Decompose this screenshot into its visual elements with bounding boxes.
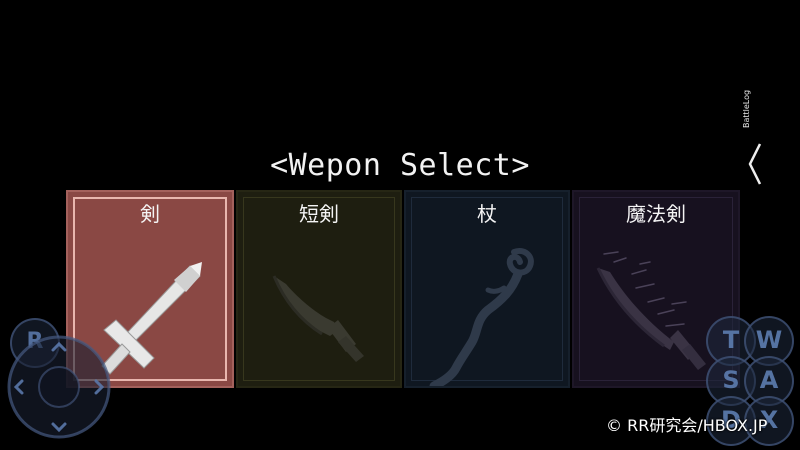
game-screen: <Wepon Select> 剣 短剣 杖 魔法剣 BattleLog T W … — [0, 0, 800, 450]
dpad-icon[interactable] — [4, 332, 114, 442]
battlelog-tab[interactable]: BattleLog — [738, 89, 770, 188]
weapon-card-dagger[interactable]: 短剣 — [236, 190, 402, 388]
dagger-icon — [272, 275, 364, 362]
weapon-card-staff[interactable]: 杖 — [404, 190, 570, 388]
action-button-label: W — [755, 326, 783, 354]
battlelog-label: BattleLog — [742, 89, 751, 128]
action-button-label: A — [759, 366, 779, 394]
staff-icon — [429, 248, 534, 386]
chevron-left-icon — [748, 143, 762, 185]
copyright-notice: © RR研究会/HBOX.JP — [606, 416, 768, 435]
screen-title: <Wepon Select> — [270, 148, 530, 183]
